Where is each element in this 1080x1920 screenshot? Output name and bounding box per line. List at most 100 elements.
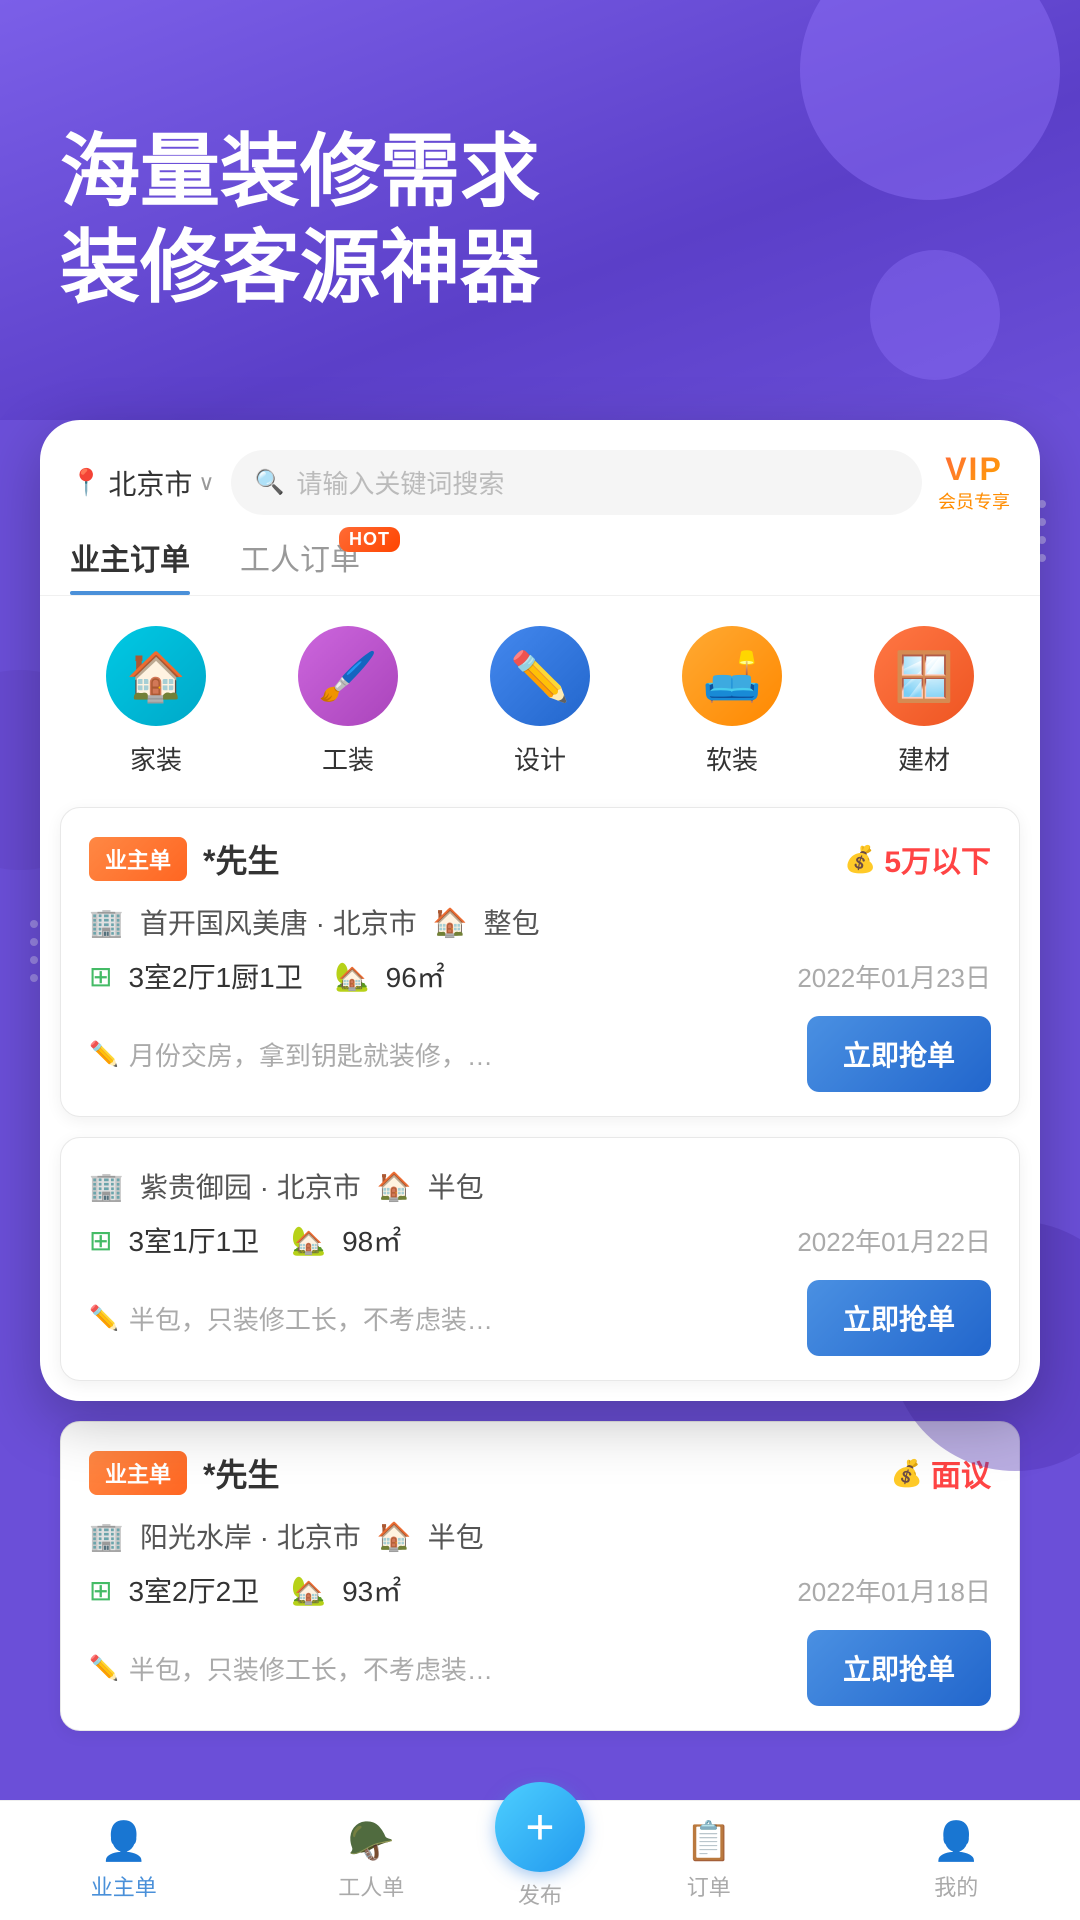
nav-item-publish[interactable]: + 发布 (495, 1812, 585, 1910)
nav-item-owner[interactable]: 👤 业主单 (0, 1820, 248, 1902)
nav-owner-label: 业主单 (91, 1870, 157, 1902)
vip-sub-text: 会员专享 (938, 488, 1010, 514)
nav-profile-icon: 👤 (933, 1820, 980, 1864)
category-materials[interactable]: 🪟 建材 (874, 626, 974, 777)
category-icon-design: ✏️ (490, 626, 590, 726)
search-input[interactable]: 🔍 请输入关键词搜索 (231, 450, 923, 515)
order-community-row-2: 🏢 紫贵御园 · 北京市 🏠 半包 (89, 1166, 991, 1206)
order-bottom-1: ✏️ 月份交房，拿到钥匙就装修，… 立即抢单 (89, 1016, 991, 1092)
location-button[interactable]: 📍 北京市 ∨ (70, 463, 215, 503)
price-icon-1: 💰 (844, 844, 876, 875)
desc-text-2: 半包，只装修工长，不考虑装… (129, 1300, 493, 1337)
category-home-decor[interactable]: 🏠 家装 (106, 626, 206, 777)
nav-item-profile[interactable]: 👤 我的 (833, 1820, 1080, 1902)
order-card-1: 业主单 *先生 💰 5万以下 🏢 首开国风美唐 · 北京市 🏠 整包 ⊞ 3室2… (60, 807, 1020, 1117)
hero-title: 海量装修需求 装修客源神器 (60, 124, 1020, 316)
rooms-text-2: 3室1厅1卫 (128, 1220, 259, 1260)
category-label-materials: 建材 (898, 740, 950, 777)
order-bottom-2: ✏️ 半包，只装修工长，不考虑装… 立即抢单 (89, 1280, 991, 1356)
date-text-1: 2022年01月23日 (797, 958, 991, 995)
building-icon-3: 🏢 (89, 1520, 124, 1553)
style-text-1: 整包 (484, 902, 540, 942)
nav-profile-label: 我的 (934, 1870, 978, 1902)
desc-text-1: 月份交房，拿到钥匙就装修，… (129, 1036, 493, 1073)
order-rooms-row-1: ⊞ 3室2厅1厨1卫 🏡 96㎡ 2022年01月23日 (89, 956, 991, 996)
search-placeholder: 请输入关键词搜索 (296, 464, 504, 501)
order-desc-3: ✏️ 半包，只装修工长，不考虑装… (89, 1650, 807, 1687)
style-text-3: 半包 (428, 1516, 484, 1556)
order-community-row-1: 🏢 首开国风美唐 · 北京市 🏠 整包 (89, 902, 991, 942)
main-content: 📍 北京市 ∨ 🔍 请输入关键词搜索 VIP 会员专享 业主订单 工人订单 HO… (0, 420, 1080, 1871)
grab-button-2[interactable]: 立即抢单 (807, 1280, 991, 1356)
order-rooms-row-3: ⊞ 3室2厅2卫 🏡 93㎡ 2022年01月18日 (89, 1570, 991, 1610)
category-label-home: 家装 (130, 740, 182, 777)
community-text-2: 紫贵御园 · 北京市 (140, 1166, 361, 1206)
area-text-3: 93㎡ (342, 1570, 401, 1610)
tab-owner-orders[interactable]: 业主订单 (70, 535, 190, 595)
desc-text-3: 半包，只装修工长，不考虑装… (129, 1650, 493, 1687)
nav-worker-icon: 🪖 (348, 1820, 395, 1864)
package-icon-2: 🏠 (377, 1170, 412, 1203)
price-text-1: 5万以下 (884, 837, 991, 881)
price-badge-1: 💰 5万以下 (844, 837, 991, 881)
community-text-1: 首开国风美唐 · 北京市 (140, 902, 417, 942)
categories-row: 🏠 家装 🖌️ 工装 ✏️ 设计 🛋️ 软装 🪟 建材 (40, 596, 1040, 807)
location-text: 北京市 (108, 463, 192, 503)
rooms-text-1: 3室2厅1厨1卫 (128, 956, 302, 996)
grab-button-1[interactable]: 立即抢单 (807, 1016, 991, 1092)
chevron-down-icon: ∨ (198, 470, 214, 496)
style-text-2: 半包 (428, 1166, 484, 1206)
search-icon: 🔍 (255, 468, 285, 497)
area-icon-2: 🏡 (291, 1224, 326, 1257)
hot-badge: HOT (339, 527, 400, 552)
order-header-left-1: 业主单 *先生 (89, 836, 279, 882)
nav-publish-button[interactable]: + (495, 1782, 585, 1872)
area-text-1: 96㎡ (386, 956, 445, 996)
rooms-text-3: 3室2厅2卫 (128, 1570, 259, 1610)
package-icon-1: 🏠 (433, 906, 468, 939)
customer-name-3: *先生 (203, 1450, 279, 1496)
nav-item-orders[interactable]: 📋 订单 (585, 1820, 833, 1902)
category-label-design: 设计 (514, 740, 566, 777)
package-icon-3: 🏠 (377, 1520, 412, 1553)
desc-icon-1: ✏️ (89, 1040, 119, 1069)
category-icon-materials: 🪟 (874, 626, 974, 726)
nav-owner-icon: 👤 (100, 1820, 147, 1864)
category-soft-decor[interactable]: 🛋️ 软装 (682, 626, 782, 777)
vip-badge[interactable]: VIP 会员专享 (938, 451, 1010, 514)
order-header-left-3: 业主单 *先生 (89, 1450, 279, 1496)
search-bar: 📍 北京市 ∨ 🔍 请输入关键词搜索 VIP 会员专享 (40, 420, 1040, 535)
tabs-bar: 业主订单 工人订单 HOT (40, 535, 1040, 596)
nav-item-worker[interactable]: 🪖 工人单 (248, 1820, 496, 1902)
grab-button-3[interactable]: 立即抢单 (807, 1630, 991, 1706)
order-header-3: 业主单 *先生 💰 面议 (89, 1450, 991, 1496)
tab-worker-orders[interactable]: 工人订单 HOT (240, 535, 360, 595)
building-icon-2: 🏢 (89, 1170, 124, 1203)
rooms-icon-1: ⊞ (89, 960, 112, 993)
location-pin-icon: 📍 (70, 467, 102, 498)
order-header-1: 业主单 *先生 💰 5万以下 (89, 836, 991, 882)
category-label-soft: 软装 (706, 740, 758, 777)
order-community-row-3: 🏢 阳光水岸 · 北京市 🏠 半包 (89, 1516, 991, 1556)
order-card-2: 🏢 紫贵御园 · 北京市 🏠 半包 ⊞ 3室1厅1卫 🏡 98㎡ 2022年01… (60, 1137, 1020, 1381)
price-icon-3: 💰 (891, 1458, 923, 1489)
area-icon-3: 🏡 (291, 1574, 326, 1607)
hero-section: 海量装修需求 装修客源神器 (0, 0, 1080, 420)
category-design[interactable]: ✏️ 设计 (490, 626, 590, 777)
category-label-commercial: 工装 (322, 740, 374, 777)
date-text-2: 2022年01月22日 (797, 1222, 991, 1259)
order-card-3: 业主单 *先生 💰 面议 🏢 阳光水岸 · 北京市 🏠 半包 ⊞ 3室2厅2卫 … (60, 1421, 1020, 1731)
order-type-badge-1: 业主单 (89, 837, 187, 881)
nav-orders-icon: 📋 (685, 1820, 732, 1864)
desc-icon-2: ✏️ (89, 1304, 119, 1333)
vip-text: VIP (945, 451, 1003, 488)
category-icon-soft: 🛋️ (682, 626, 782, 726)
order-desc-2: ✏️ 半包，只装修工长，不考虑装… (89, 1300, 807, 1337)
order-bottom-3: ✏️ 半包，只装修工长，不考虑装… 立即抢单 (89, 1630, 991, 1706)
desc-icon-3: ✏️ (89, 1654, 119, 1683)
date-text-3: 2022年01月18日 (797, 1572, 991, 1609)
customer-name-1: *先生 (203, 836, 279, 882)
nav-plus-icon: + (525, 1802, 554, 1852)
category-commercial[interactable]: 🖌️ 工装 (298, 626, 398, 777)
order-rooms-row-2: ⊞ 3室1厅1卫 🏡 98㎡ 2022年01月22日 (89, 1220, 991, 1260)
